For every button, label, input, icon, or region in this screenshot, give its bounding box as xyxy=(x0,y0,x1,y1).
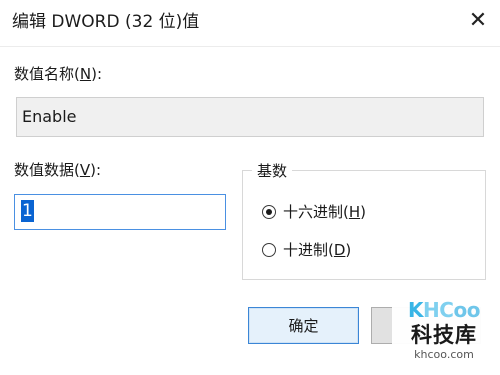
radio-dec-hotkey: D xyxy=(333,241,346,259)
value-data-label-end: ): xyxy=(90,161,102,179)
value-data-input[interactable]: 1 xyxy=(14,194,226,230)
radio-hex-hotkey: H xyxy=(348,203,361,221)
radio-dot xyxy=(266,209,272,215)
watermark-cn-text: 科技库 xyxy=(411,323,477,347)
window-title: 编辑 DWORD (32 位)值 xyxy=(12,12,200,32)
radio-hexadecimal[interactable]: 十六进制(H) xyxy=(262,202,366,222)
value-data-text: 1 xyxy=(21,200,34,222)
value-data-hotkey: V xyxy=(79,161,91,179)
value-name-label: 数值名称(N): xyxy=(14,64,102,84)
watermark-url: khcoo.com xyxy=(414,348,474,361)
watermark-logo-hc: HC xyxy=(423,298,454,322)
value-data-label-text: 数值数据( xyxy=(14,161,80,179)
watermark-logo-k: K xyxy=(408,298,424,322)
radio-dec-label: 十进制( xyxy=(283,241,334,259)
radio-hex-label-end: ) xyxy=(360,203,366,221)
edit-dword-dialog: 编辑 DWORD (32 位)值 ✕ 数值名称(N): Enable 数值数据(… xyxy=(0,0,500,375)
title-bar: 编辑 DWORD (32 位)值 ✕ xyxy=(0,0,500,47)
value-name-hotkey: N xyxy=(79,65,92,83)
radio-decimal[interactable]: 十进制(D) xyxy=(262,240,351,260)
value-name-label-end: ): xyxy=(91,65,102,83)
radio-dec-label-end: ) xyxy=(345,241,352,259)
value-name-field: Enable xyxy=(16,97,484,137)
site-watermark: KHCoo 科技库 khcoo.com xyxy=(392,292,496,372)
value-data-label: 数值数据(V): xyxy=(14,160,101,180)
radio-unselected-icon[interactable] xyxy=(262,243,276,257)
base-groupbox xyxy=(242,170,486,280)
watermark-logo-oo: oo xyxy=(453,298,480,322)
value-name-label-text: 数值名称( xyxy=(14,65,80,83)
base-group-title: 基数 xyxy=(252,161,293,181)
watermark-logo: KHCoo xyxy=(392,298,496,322)
ok-button[interactable]: 确定 xyxy=(248,307,359,344)
close-icon[interactable]: ✕ xyxy=(464,6,492,34)
radio-selected-icon[interactable] xyxy=(262,205,276,219)
radio-hex-label: 十六进制( xyxy=(283,203,349,221)
